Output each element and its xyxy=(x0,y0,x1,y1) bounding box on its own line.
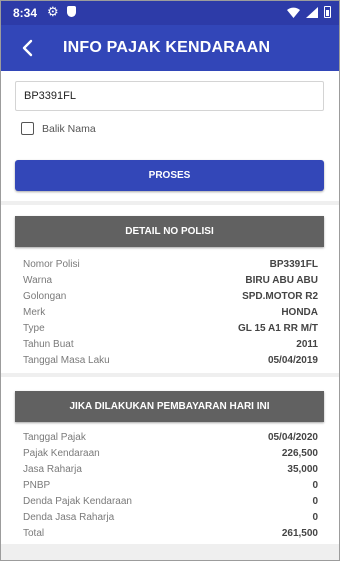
detail-row: Denda Pajak Kendaraan 0 xyxy=(23,493,318,509)
detail-label: PNBP xyxy=(23,479,51,491)
detail-row: Total 261,500 xyxy=(23,525,318,541)
back-button[interactable] xyxy=(13,33,43,63)
detail-label: Jasa Raharja xyxy=(23,463,82,475)
detail-label: Warna xyxy=(23,274,53,286)
gear-icon: ⚙ xyxy=(47,4,59,19)
app-bar: INFO PAJAK KENDARAAN xyxy=(1,25,339,71)
detail-value: 261,500 xyxy=(281,527,318,539)
status-bar: 8:34 ⚙ xyxy=(1,1,339,25)
detail-value: 226,500 xyxy=(281,447,318,459)
detail-value: 05/04/2019 xyxy=(267,354,318,366)
battery-icon xyxy=(324,6,331,18)
checkbox-box[interactable] xyxy=(21,122,34,135)
detail-value: GL 15 A1 RR M/T xyxy=(237,322,318,334)
status-time: 8:34 xyxy=(13,6,38,20)
detail-row: Jasa Raharja 35,000 xyxy=(23,461,318,477)
detail-row: PNBP 0 xyxy=(23,477,318,493)
detail-value: 0 xyxy=(312,511,318,523)
detail-value: 0 xyxy=(312,479,318,491)
detail-row: Tahun Buat 2011 xyxy=(23,336,318,352)
detail-value: BIRU ABU ABU xyxy=(245,274,318,286)
payment-list: Tanggal Pajak 05/04/2020 Pajak Kendaraan 22… xyxy=(23,429,318,541)
checkbox-label: Balik Nama xyxy=(42,122,96,135)
detail-value: BP3391FL xyxy=(269,258,318,270)
status-icons xyxy=(287,6,331,18)
divider xyxy=(1,201,339,205)
detail-label: Total xyxy=(23,527,45,539)
detail-row: Tanggal Pajak 05/04/2020 xyxy=(23,429,318,445)
payment-section-header: JIKA DILAKUKAN PEMBAYARAN HARI INI xyxy=(15,391,324,422)
detail-label: Pajak Kendaraan xyxy=(23,447,100,459)
divider xyxy=(1,373,339,377)
balik-nama-checkbox[interactable]: Balik Nama xyxy=(21,122,96,135)
page-title: INFO PAJAK KENDARAAN xyxy=(63,39,271,56)
detail-label: Denda Jasa Raharja xyxy=(23,511,115,523)
shield-icon xyxy=(67,6,76,17)
detail-row: Tanggal Masa Laku 05/04/2019 xyxy=(23,352,318,368)
detail-value: 0 xyxy=(312,495,318,507)
detail-label: Merk xyxy=(23,306,46,318)
detail-label: Tanggal Masa Laku xyxy=(23,354,110,366)
wifi-icon xyxy=(287,7,300,18)
detail-row: Denda Jasa Raharja 0 xyxy=(23,509,318,525)
detail-label: Tahun Buat xyxy=(23,338,74,350)
arrow-left-icon xyxy=(22,39,33,57)
detail-value: HONDA xyxy=(281,306,318,318)
detail-label: Nomor Polisi xyxy=(23,258,80,270)
detail-section-header: DETAIL NO POLISI xyxy=(15,216,324,247)
detail-value: SPD.MOTOR R2 xyxy=(242,290,318,302)
detail-value: 05/04/2020 xyxy=(267,431,318,443)
detail-row: Pajak Kendaraan 226,500 xyxy=(23,445,318,461)
detail-value: 35,000 xyxy=(287,463,318,475)
plate-number-input[interactable] xyxy=(15,81,324,111)
detail-row: Type GL 15 A1 RR M/T xyxy=(23,320,318,336)
detail-row: Nomor Polisi BP3391FL xyxy=(23,256,318,272)
bottom-spacer xyxy=(1,544,339,560)
proses-button[interactable]: PROSES xyxy=(15,160,324,191)
detail-label: Denda Pajak Kendaraan xyxy=(23,495,132,507)
detail-label: Golongan xyxy=(23,290,67,302)
detail-row: Golongan SPD.MOTOR R2 xyxy=(23,288,318,304)
detail-value: 2011 xyxy=(296,338,318,350)
detail-label: Type xyxy=(23,322,45,334)
app-screen: 8:34 ⚙ INFO PAJAK KENDARAAN Balik Nama P… xyxy=(0,0,340,561)
detail-list: Nomor Polisi BP3391FL Warna BIRU ABU ABU Gol… xyxy=(23,256,318,368)
signal-icon xyxy=(306,6,318,18)
detail-label: Tanggal Pajak xyxy=(23,431,86,443)
detail-row: Warna BIRU ABU ABU xyxy=(23,272,318,288)
detail-row: Merk HONDA xyxy=(23,304,318,320)
